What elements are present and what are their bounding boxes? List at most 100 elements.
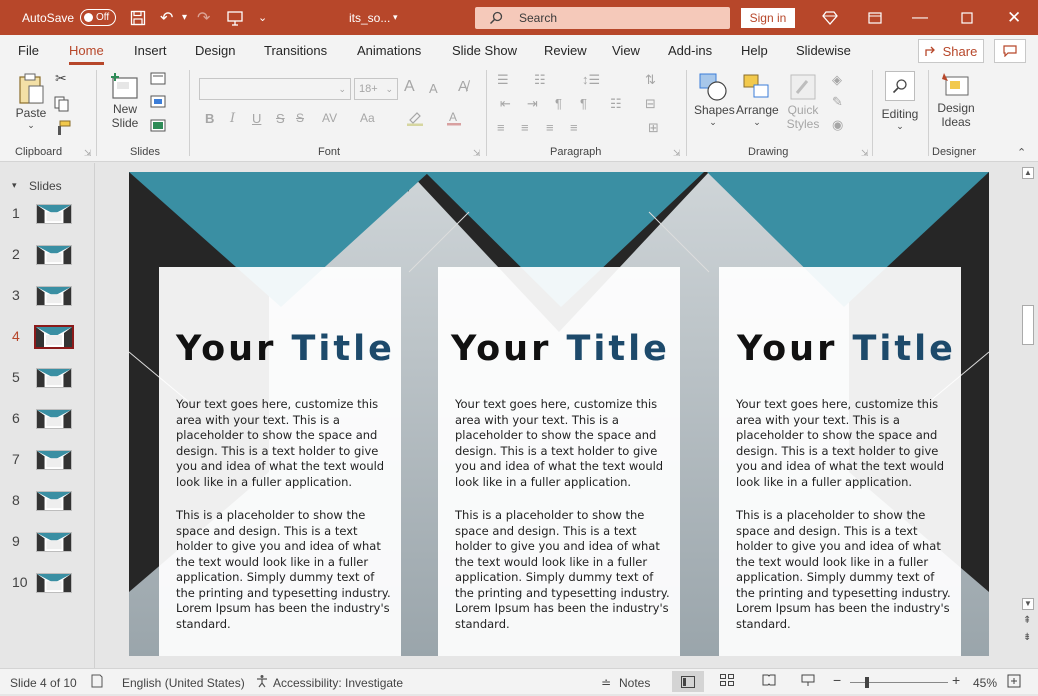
design-ideas-button[interactable]: Design Ideas xyxy=(934,71,978,129)
font-launcher-icon[interactable]: ⇲ xyxy=(473,148,481,159)
shadow-icon[interactable]: S xyxy=(296,111,304,125)
tab-file[interactable]: File xyxy=(18,43,39,58)
customize-toolbar-icon[interactable]: ⌄ xyxy=(258,0,267,35)
rtl-icon[interactable]: ¶ xyxy=(580,96,587,111)
slide-thumbnail[interactable] xyxy=(36,286,72,306)
minimize-icon[interactable]: — xyxy=(912,0,928,35)
slide-thumbnail[interactable] xyxy=(36,573,72,593)
panel-paragraph-1[interactable]: Your text goes here, customize this area… xyxy=(176,397,391,490)
tab-transitions[interactable]: Transitions xyxy=(264,43,327,58)
shrink-font-icon[interactable]: A xyxy=(429,81,438,96)
search-box[interactable]: Search xyxy=(475,7,730,29)
close-icon[interactable]: ✕ xyxy=(1007,0,1021,35)
font-name-input[interactable]: ⌄ xyxy=(199,78,351,100)
scroll-up-icon[interactable]: ▲ xyxy=(1022,167,1034,179)
sign-in-button[interactable]: Sign in xyxy=(741,8,795,28)
tab-help[interactable]: Help xyxy=(741,43,768,58)
paste-button[interactable]: Paste ⌄ xyxy=(14,72,48,131)
autosave-toggle[interactable]: Off xyxy=(80,9,116,26)
new-slide-button[interactable]: New Slide xyxy=(106,72,144,130)
notes-button[interactable]: Notes xyxy=(619,676,650,690)
font-size-input[interactable]: 18+ ⌄ xyxy=(354,78,398,100)
decrease-indent-icon[interactable]: ⇤ xyxy=(500,96,511,112)
align-center-icon[interactable]: ≡ xyxy=(521,120,529,135)
zoom-out-icon[interactable]: − xyxy=(833,672,841,688)
cut-icon[interactable]: ✂ xyxy=(55,70,67,87)
underline-button[interactable]: U xyxy=(252,111,261,126)
italic-button[interactable]: I xyxy=(230,111,235,126)
panel-paragraph-2[interactable]: This is a placeholder to show the space … xyxy=(455,508,670,632)
arrange-button[interactable]: Arrange ⌄ xyxy=(736,71,779,128)
language-status[interactable]: English (United States) xyxy=(122,676,245,690)
diamond-icon[interactable] xyxy=(822,0,838,35)
spelling-icon[interactable] xyxy=(90,674,104,691)
vertical-scrollbar[interactable]: ▲ ▼ ⇞ ⇟ xyxy=(1020,165,1036,665)
tab-slide-show[interactable]: Slide Show xyxy=(452,43,517,58)
tab-home[interactable]: Home xyxy=(69,43,104,65)
align-left-icon[interactable]: ≡ xyxy=(497,120,505,135)
tab-animations[interactable]: Animations xyxy=(357,43,421,58)
align-text-icon[interactable]: ⊟ xyxy=(645,96,656,112)
redo-icon[interactable]: ↷ xyxy=(197,0,210,35)
highlight-icon[interactable] xyxy=(406,110,424,129)
columns-icon[interactable]: ☷ xyxy=(610,96,622,112)
align-right-icon[interactable]: ≡ xyxy=(546,120,554,135)
ltr-icon[interactable]: ¶ xyxy=(555,96,562,111)
fit-slide-icon[interactable] xyxy=(1007,674,1021,691)
slide-thumbnail[interactable] xyxy=(36,204,72,224)
bold-button[interactable]: B xyxy=(205,111,214,126)
panel-paragraph-1[interactable]: Your text goes here, customize this area… xyxy=(455,397,670,490)
slide-thumbnail[interactable] xyxy=(34,325,74,349)
tab-insert[interactable]: Insert xyxy=(134,43,167,58)
panel-paragraph-1[interactable]: Your text goes here, customize this area… xyxy=(736,397,951,490)
ribbon-display-icon[interactable] xyxy=(868,0,882,35)
layout-icon[interactable] xyxy=(150,72,170,89)
tab-design[interactable]: Design xyxy=(195,43,235,58)
character-spacing-button[interactable]: AV xyxy=(322,111,337,125)
numbering-icon[interactable]: ☷ xyxy=(534,72,546,88)
accessibility-status[interactable]: Accessibility: Investigate xyxy=(273,676,403,690)
shapes-button[interactable]: Shapes ⌄ xyxy=(694,71,735,128)
maximize-icon[interactable] xyxy=(961,0,973,35)
scroll-down-icon[interactable]: ▼ xyxy=(1022,598,1034,610)
text-direction-icon[interactable]: ⇅ xyxy=(645,72,656,88)
normal-view-button[interactable] xyxy=(672,671,704,692)
panel-title[interactable]: Your Title xyxy=(737,329,956,369)
bullets-icon[interactable]: ☰ xyxy=(497,72,509,88)
font-color-icon[interactable]: A xyxy=(446,110,462,129)
undo-icon[interactable]: ↶ xyxy=(160,0,173,35)
undo-dropdown-icon[interactable]: ▾ xyxy=(182,0,187,35)
line-spacing-icon[interactable]: ↕☰ xyxy=(582,72,600,88)
reset-icon[interactable] xyxy=(150,95,168,112)
share-button[interactable]: Share xyxy=(918,39,984,63)
panel-paragraph-2[interactable]: This is a placeholder to show the space … xyxy=(176,508,391,632)
copy-icon[interactable] xyxy=(54,96,70,115)
panel-paragraph-2[interactable]: This is a placeholder to show the space … xyxy=(736,508,951,632)
slide-thumbnail[interactable] xyxy=(36,368,72,388)
comments-button[interactable] xyxy=(994,39,1026,63)
slide-thumbnail[interactable] xyxy=(36,450,72,470)
paste-dropdown-icon[interactable]: ⌄ xyxy=(14,120,48,131)
tab-review[interactable]: Review xyxy=(544,43,587,58)
filename-dropdown-icon[interactable]: ▾ xyxy=(393,0,398,35)
slide-sorter-icon[interactable] xyxy=(720,674,734,689)
slideshow-icon[interactable] xyxy=(801,674,815,690)
reading-view-icon[interactable] xyxy=(762,674,776,689)
zoom-level[interactable]: 45% xyxy=(973,676,997,690)
tab-add-ins[interactable]: Add-ins xyxy=(668,43,712,58)
panel-title[interactable]: Your Title xyxy=(176,329,395,369)
previous-slide-icon[interactable]: ⇞ xyxy=(1023,615,1031,626)
smartart-icon[interactable]: ⊞ xyxy=(648,120,659,136)
grow-font-icon[interactable]: A xyxy=(404,78,415,96)
panel-title[interactable]: Your Title xyxy=(451,329,670,369)
slide-thumbnail[interactable] xyxy=(36,491,72,511)
shape-outline-icon[interactable]: ✎ xyxy=(832,94,843,110)
scroll-thumb[interactable] xyxy=(1022,305,1034,345)
increase-indent-icon[interactable]: ⇥ xyxy=(527,96,538,112)
slide-thumbnail[interactable] xyxy=(36,245,72,265)
next-slide-icon[interactable]: ⇟ xyxy=(1023,632,1031,643)
zoom-in-icon[interactable]: + xyxy=(952,672,960,688)
tab-slidewise[interactable]: Slidewise xyxy=(796,43,851,58)
format-painter-icon[interactable] xyxy=(55,120,71,139)
shape-effects-icon[interactable]: ◉ xyxy=(832,117,843,133)
